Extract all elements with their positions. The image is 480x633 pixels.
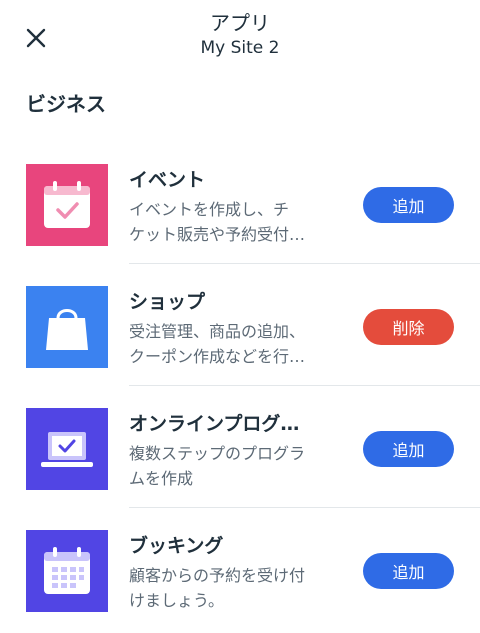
shopping-bag-icon — [46, 309, 88, 350]
app-description: イベントを作成し、チ ケット販売や予約受付… — [129, 197, 339, 247]
app-name: オンラインプログ… — [129, 413, 300, 435]
app-name: ショップ — [129, 291, 206, 313]
app-description-line: 複数ステップのプログラ — [129, 444, 306, 463]
app-icon-tile — [26, 286, 108, 368]
app-icon-tile — [26, 408, 108, 490]
laptop-check-icon — [41, 432, 93, 467]
section-title: ビジネス — [26, 92, 106, 116]
app-list: イベント イベントを作成し、チ ケット販売や予約受付… 追加 ショップ 受注管理… — [0, 142, 480, 630]
app-description-line: ムを作成 — [129, 469, 194, 488]
calendar-check-icon — [44, 181, 90, 228]
add-button[interactable]: 追加 — [363, 553, 454, 589]
app-description-line: 顧客からの予約を受け付 — [129, 566, 306, 585]
app-name: イベント — [129, 169, 206, 191]
app-name: ブッキング — [129, 535, 224, 557]
app-item-online-programs[interactable]: オンラインプログ… 複数ステップのプログラ ムを作成 追加 — [0, 386, 480, 508]
app-item-shop[interactable]: ショップ 受注管理、商品の追加、 クーポン作成などを行… 削除 — [0, 264, 480, 386]
remove-button[interactable]: 削除 — [363, 309, 454, 345]
add-button[interactable]: 追加 — [363, 187, 454, 223]
app-icon-tile — [26, 530, 108, 612]
app-description-line: 受注管理、商品の追加、 — [129, 322, 306, 341]
page-subtitle: My Site 2 — [200, 38, 280, 58]
app-description-line: ケット販売や予約受付… — [129, 225, 306, 244]
app-description: 受注管理、商品の追加、 クーポン作成などを行… — [129, 319, 339, 369]
add-button[interactable]: 追加 — [363, 431, 454, 467]
app-icon-tile — [26, 164, 108, 246]
app-item-bookings[interactable]: ブッキング 顧客からの予約を受け付 けましょう。 追加 — [0, 508, 480, 630]
app-description: 顧客からの予約を受け付 けましょう。 — [129, 563, 339, 613]
header: アプリ My Site 2 — [0, 0, 480, 80]
app-description-line: クーポン作成などを行… — [129, 347, 306, 366]
app-description-line: けましょう。 — [129, 591, 225, 610]
calendar-grid-icon — [44, 547, 90, 594]
page-title: アプリ — [210, 11, 270, 35]
app-description: 複数ステップのプログラ ムを作成 — [129, 441, 339, 491]
app-description-line: イベントを作成し、チ — [129, 200, 290, 219]
app-item-events[interactable]: イベント イベントを作成し、チ ケット販売や予約受付… 追加 — [0, 142, 480, 264]
